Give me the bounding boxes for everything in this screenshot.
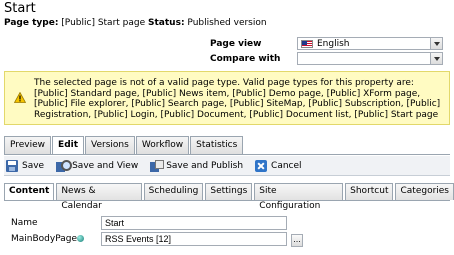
edit-toolbar: Save Save and View Save and Publish Canc…	[4, 156, 450, 176]
mainbody-field[interactable]	[101, 232, 287, 246]
tab-site-configuration[interactable]: Site Configuration	[254, 183, 344, 211]
edit-tabs: Content News & Calendar Scheduling Setti…	[4, 183, 454, 211]
status-label: Status:	[148, 18, 185, 28]
tab-edit[interactable]: Edit	[52, 136, 85, 155]
page-title: Start	[4, 1, 36, 16]
edit-tab-divider	[4, 200, 450, 201]
cancel-button[interactable]: Cancel	[255, 159, 302, 172]
language-globe-icon	[77, 235, 84, 242]
tab-content[interactable]: Content	[4, 183, 55, 201]
warning-triangle-icon	[14, 92, 26, 103]
tab-preview[interactable]: Preview	[4, 136, 52, 154]
name-label: Name	[11, 218, 38, 228]
tab-statistics[interactable]: Statistics	[190, 136, 244, 154]
tab-versions[interactable]: Versions	[85, 136, 135, 154]
save-and-view-button[interactable]: Save and View	[56, 159, 139, 172]
tab-news-calendar[interactable]: News & Calendar	[56, 183, 142, 211]
tab-workflow[interactable]: Workflow	[135, 136, 190, 154]
page-view-value: English	[317, 39, 350, 49]
save-publish-icon	[150, 159, 165, 172]
close-icon	[255, 159, 268, 172]
save-label: Save	[22, 160, 45, 171]
browse-button[interactable]: ...	[291, 234, 303, 247]
chevron-down-icon[interactable]	[430, 53, 442, 64]
page-view-select[interactable]: English	[297, 37, 443, 50]
page-type-value: [Public] Start page	[61, 18, 146, 28]
save-and-publish-button[interactable]: Save and Publish	[150, 159, 244, 172]
compare-with-select[interactable]	[297, 52, 443, 65]
uk-flag-icon	[301, 40, 313, 48]
name-field[interactable]	[101, 216, 287, 230]
tab-scheduling[interactable]: Scheduling	[143, 183, 204, 200]
mainbody-label: MainBodyPage	[11, 234, 77, 244]
warning-text: The selected page is not of a valid page…	[34, 78, 441, 120]
compare-with-label: Compare with	[210, 54, 281, 64]
tab-settings[interactable]: Settings	[205, 183, 253, 200]
tab-categories[interactable]: Categories	[395, 183, 454, 200]
save-button[interactable]: Save	[6, 159, 45, 172]
save-publish-label: Save and Publish	[166, 160, 244, 171]
tab-divider	[4, 154, 450, 155]
save-view-icon	[56, 159, 73, 172]
warning-message: The selected page is not of a valid page…	[4, 71, 450, 125]
page-type-label: Page type:	[4, 18, 59, 28]
chevron-down-icon[interactable]	[430, 38, 442, 49]
page-view-label: Page view	[210, 39, 262, 49]
cancel-label: Cancel	[271, 160, 302, 171]
save-view-label: Save and View	[72, 160, 139, 171]
tab-shortcut[interactable]: Shortcut	[345, 183, 394, 200]
main-tabs: Preview Edit Versions Workflow Statistic…	[4, 136, 244, 155]
page-info: Page type: [Public] Start page Status: P…	[4, 18, 267, 28]
status-value: Published version	[187, 18, 267, 28]
floppy-disk-icon	[6, 159, 18, 172]
